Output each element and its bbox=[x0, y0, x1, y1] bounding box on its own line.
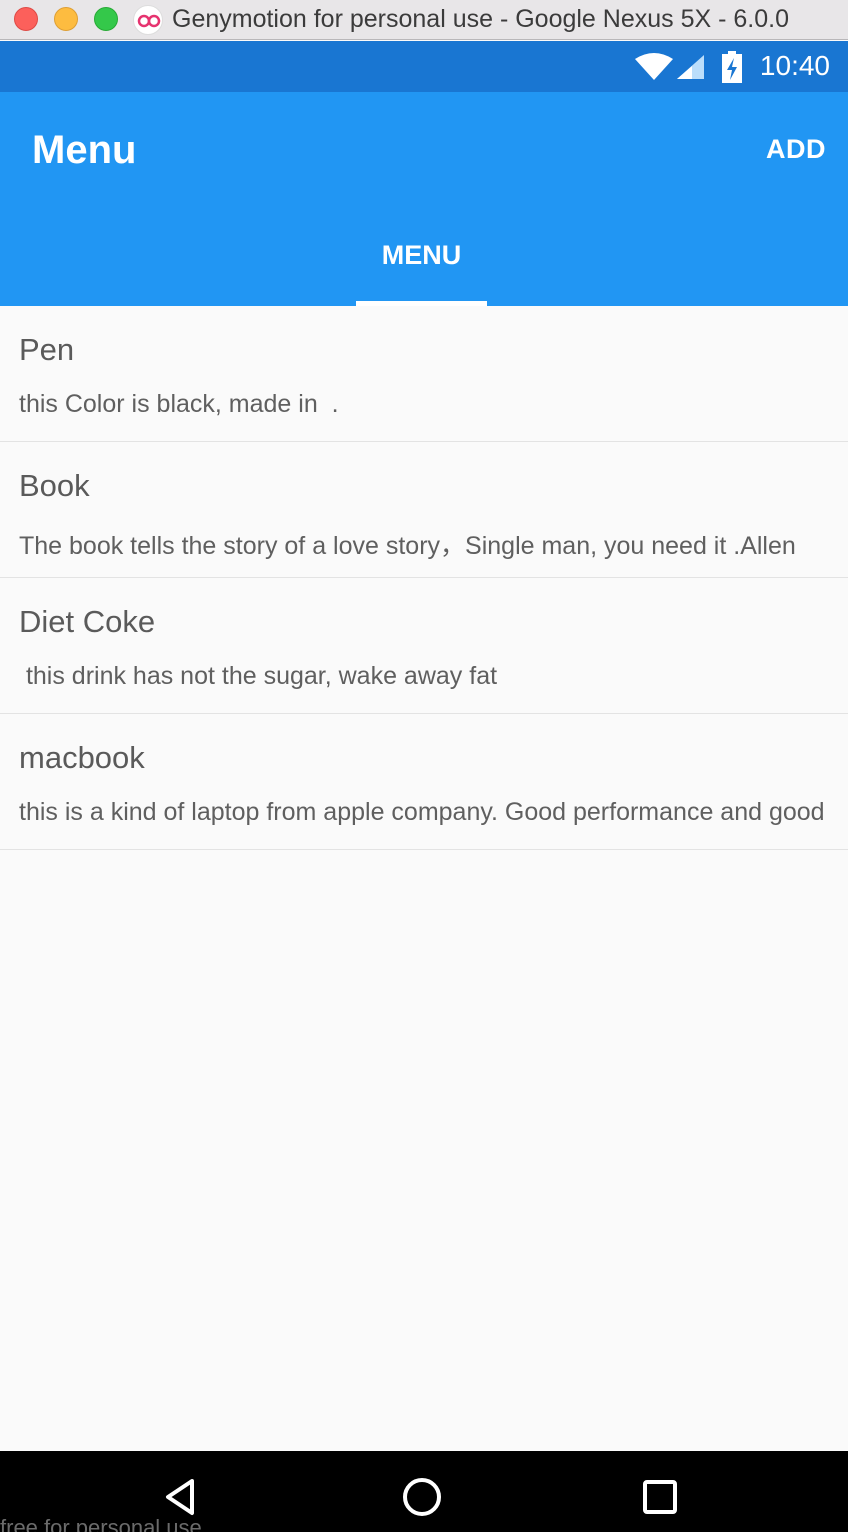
tab-menu[interactable]: MENU bbox=[356, 230, 487, 306]
back-icon[interactable] bbox=[160, 1475, 204, 1519]
app-title: Menu bbox=[32, 128, 137, 172]
list-item[interactable]: Book The book tells the story of a love … bbox=[0, 442, 848, 578]
item-title: Pen bbox=[19, 332, 75, 367]
item-title: Book bbox=[19, 468, 90, 503]
wifi-signal-icons bbox=[635, 53, 704, 80]
close-window-button[interactable] bbox=[14, 7, 38, 31]
app-bar: Menu ADD MENU bbox=[0, 92, 848, 306]
item-description: this is a kind of laptop from apple comp… bbox=[19, 798, 825, 826]
status-bar: 10:40 bbox=[0, 41, 848, 92]
item-description: this drink has not the sugar, wake away … bbox=[19, 662, 498, 690]
recent-apps-icon[interactable] bbox=[638, 1475, 682, 1519]
item-title: Diet Coke bbox=[19, 604, 156, 639]
list-item[interactable]: macbook this is a kind of laptop from ap… bbox=[0, 714, 848, 850]
window-title: Genymotion for personal use - Google Nex… bbox=[172, 5, 789, 33]
home-icon[interactable] bbox=[400, 1475, 444, 1519]
battery-charging-icon bbox=[722, 51, 742, 83]
add-button[interactable]: ADD bbox=[766, 134, 826, 165]
genymotion-logo-icon bbox=[133, 5, 163, 35]
tab-menu-label: MENU bbox=[381, 240, 462, 270]
item-description: The book tells the story of a love story… bbox=[19, 532, 796, 560]
zoom-window-button[interactable] bbox=[94, 7, 118, 31]
watermark: free for personal use bbox=[0, 1515, 202, 1532]
menu-list: Pen this Color is black, made in . Book … bbox=[0, 306, 848, 850]
item-title: macbook bbox=[19, 740, 145, 775]
status-time: 10:40 bbox=[759, 50, 830, 81]
list-item[interactable]: Pen this Color is black, made in . bbox=[0, 306, 848, 442]
wifi-icon bbox=[635, 53, 673, 80]
minimize-window-button[interactable] bbox=[54, 7, 78, 31]
window-titlebar: Genymotion for personal use - Google Nex… bbox=[0, 0, 848, 40]
item-description: this Color is black, made in . bbox=[19, 390, 339, 418]
list-item[interactable]: Diet Coke this drink has not the sugar, … bbox=[0, 578, 848, 714]
